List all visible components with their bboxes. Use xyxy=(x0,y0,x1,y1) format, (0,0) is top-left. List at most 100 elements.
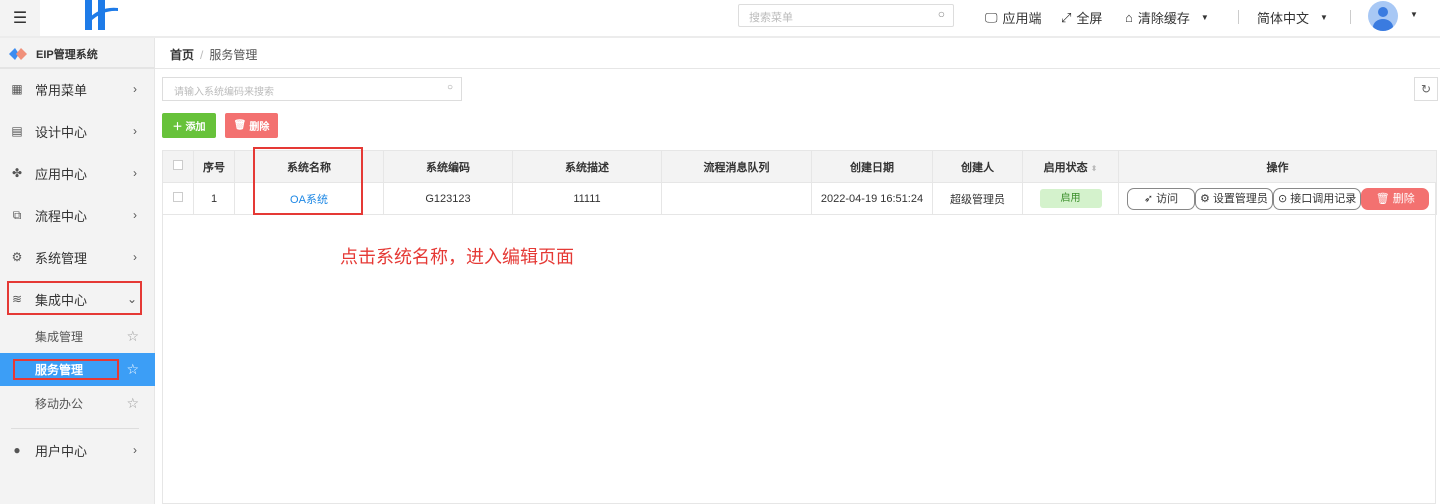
sidebar-subitem-label: 移动办公 xyxy=(35,397,84,411)
divider xyxy=(1350,10,1351,24)
api-log-label: 接口调用记录 xyxy=(1290,192,1357,205)
divider xyxy=(1238,10,1239,24)
breadcrumb: 首页 / 服务管理 xyxy=(170,46,257,63)
refresh-button[interactable]: ↻ xyxy=(1414,77,1438,101)
flow-icon: ⧉ xyxy=(12,207,22,222)
chevron-right-icon: › xyxy=(133,250,137,264)
breadcrumb-current: 服务管理 xyxy=(209,48,258,62)
sidebar-item-system-management[interactable]: ⚙ 系统管理 › xyxy=(0,241,155,273)
divider xyxy=(11,428,139,429)
system-code-search-input[interactable]: 请输入系统编码来搜索 ○ xyxy=(162,77,462,101)
fullscreen-label: 全屏 xyxy=(1076,11,1103,26)
sidebar-item-app-center[interactable]: ✤ 应用中心 › xyxy=(0,157,155,189)
annotation-text: 点击系统名称，进入编辑页面 xyxy=(340,247,574,267)
sidebar-item-label: 流程中心 xyxy=(35,208,88,224)
fullscreen-button[interactable]: ⤢ 全屏 xyxy=(1061,8,1102,27)
highlight-box xyxy=(7,281,142,315)
api-log-button[interactable]: ⊙ 接口调用记录 xyxy=(1272,187,1362,210)
app-client-label: 应用端 xyxy=(1002,11,1042,26)
cell-created-date: 2022-04-19 16:51:24 xyxy=(811,182,933,215)
caret-down-icon[interactable]: ▼ xyxy=(1410,10,1418,19)
sidebar-item-user-center[interactable]: ● 用户中心 › xyxy=(0,434,155,466)
sidebar-item-label: 设计中心 xyxy=(35,124,88,140)
visit-label: 访问 xyxy=(1156,192,1179,205)
header-index: 序号 xyxy=(193,150,235,183)
chevron-right-icon: › xyxy=(133,124,137,138)
sidebar-subitem-label: 集成管理 xyxy=(35,330,84,344)
highlight-box xyxy=(13,359,119,380)
refresh-icon: ↻ xyxy=(1420,82,1432,96)
select-all-checkbox[interactable] xyxy=(162,150,194,183)
header-creator: 创建人 xyxy=(932,150,1023,183)
star-icon[interactable]: ☆ xyxy=(126,328,139,345)
sidebar-item-design-center[interactable]: ▤ 设计中心 › xyxy=(0,115,155,147)
star-icon[interactable]: ☆ xyxy=(126,361,139,378)
set-admin-button[interactable]: ⚙ 设置管理员 xyxy=(1195,187,1273,210)
highlight-box xyxy=(253,147,363,215)
visit-button[interactable]: ➶ 访问 xyxy=(1127,187,1195,210)
gear-icon: ⚙ xyxy=(11,250,23,264)
breadcrumb-home[interactable]: 首页 xyxy=(170,48,194,62)
header-flow-queue: 流程消息队列 xyxy=(661,150,812,183)
menu-collapse-icon[interactable]: ☰ xyxy=(0,0,40,36)
caret-down-icon: ▼ xyxy=(1200,13,1209,22)
header-system-desc: 系统描述 xyxy=(512,150,662,183)
sidebar-item-label: 应用中心 xyxy=(35,166,88,182)
sidebar-subitem-integration-management[interactable]: 集成管理 ☆ xyxy=(0,320,155,353)
divider xyxy=(155,68,1440,69)
sidebar-item-flow-center[interactable]: ⧉ 流程中心 › xyxy=(0,199,155,231)
cell-creator: 超级管理员 xyxy=(932,182,1023,215)
user-icon: ● xyxy=(13,443,21,457)
clear-cache-label: 清除缓存 xyxy=(1137,11,1190,26)
chevron-right-icon: › xyxy=(133,166,137,180)
apps-icon: ✤ xyxy=(11,166,23,180)
cell-system-code: G123123 xyxy=(383,182,513,215)
sidebar-item-label: 用户中心 xyxy=(35,443,88,459)
gear-icon: ⚙ xyxy=(1200,192,1210,205)
header-system-code: 系统编码 xyxy=(383,150,513,183)
document-add-icon: ▤ xyxy=(11,124,23,138)
trash-icon: 🗑 xyxy=(1375,192,1390,205)
row-checkbox[interactable] xyxy=(162,182,194,215)
search-icon[interactable]: ○ xyxy=(938,7,945,21)
menu-search-input[interactable]: 搜索菜单 ○ xyxy=(738,4,954,27)
language-label: 简体中文 xyxy=(1257,11,1310,26)
delete-label: 删除 xyxy=(249,122,270,133)
header-status-label: 启用状态 xyxy=(1043,161,1088,174)
app-client-button[interactable]: 🖵 应用端 xyxy=(985,8,1042,27)
caret-down-icon: ▼ xyxy=(1320,13,1328,22)
row-delete-label: 删除 xyxy=(1392,192,1415,205)
plus-icon: ＋ xyxy=(172,122,183,133)
sidebar-subitem-mobile-office[interactable]: 移动办公 ☆ xyxy=(0,387,155,420)
sidebar-header: EIP管理系统 xyxy=(0,40,155,69)
sidebar-item-common-menu[interactable]: ▦ 常用菜单 › xyxy=(0,73,155,105)
chevron-right-icon: › xyxy=(133,82,137,96)
add-label: 添加 xyxy=(185,122,206,133)
header-actions: 操作 xyxy=(1118,150,1437,183)
send-icon: ➶ xyxy=(1143,192,1154,205)
add-button[interactable]: ＋添加 xyxy=(162,113,216,138)
sort-icon[interactable]: ⬍ xyxy=(1091,164,1098,173)
trash-icon: 🗑 xyxy=(233,120,247,131)
search-placeholder: 请输入系统编码来搜索 xyxy=(174,87,274,98)
sidebar-title: EIP管理系统 xyxy=(36,48,98,61)
header-created-date: 创建日期 xyxy=(811,150,933,183)
grid-icon: ▦ xyxy=(11,82,23,96)
fullscreen-icon: ⤢ xyxy=(1061,9,1072,25)
chevron-right-icon: › xyxy=(133,208,137,222)
cell-flow-queue xyxy=(661,182,812,215)
status-badge: 启用 xyxy=(1039,189,1102,208)
star-icon[interactable]: ☆ xyxy=(126,395,139,412)
header-status[interactable]: 启用状态 ⬍ xyxy=(1022,150,1119,183)
delete-button[interactable]: 🗑 删除 xyxy=(225,113,278,138)
brand-icon xyxy=(9,48,27,60)
clear-cache-button[interactable]: ⌂ 清除缓存 ▼ xyxy=(1125,8,1209,27)
search-icon[interactable]: ○ xyxy=(447,82,453,93)
monitor-icon: 🖵 xyxy=(985,9,998,25)
avatar[interactable] xyxy=(1368,1,1398,31)
sidebar-item-label: 常用菜单 xyxy=(35,82,88,98)
language-select[interactable]: 简体中文 ▼ xyxy=(1257,8,1328,27)
set-admin-label: 设置管理员 xyxy=(1212,192,1268,205)
row-delete-button[interactable]: 🗑 删除 xyxy=(1361,187,1430,210)
top-bar xyxy=(0,0,1440,38)
